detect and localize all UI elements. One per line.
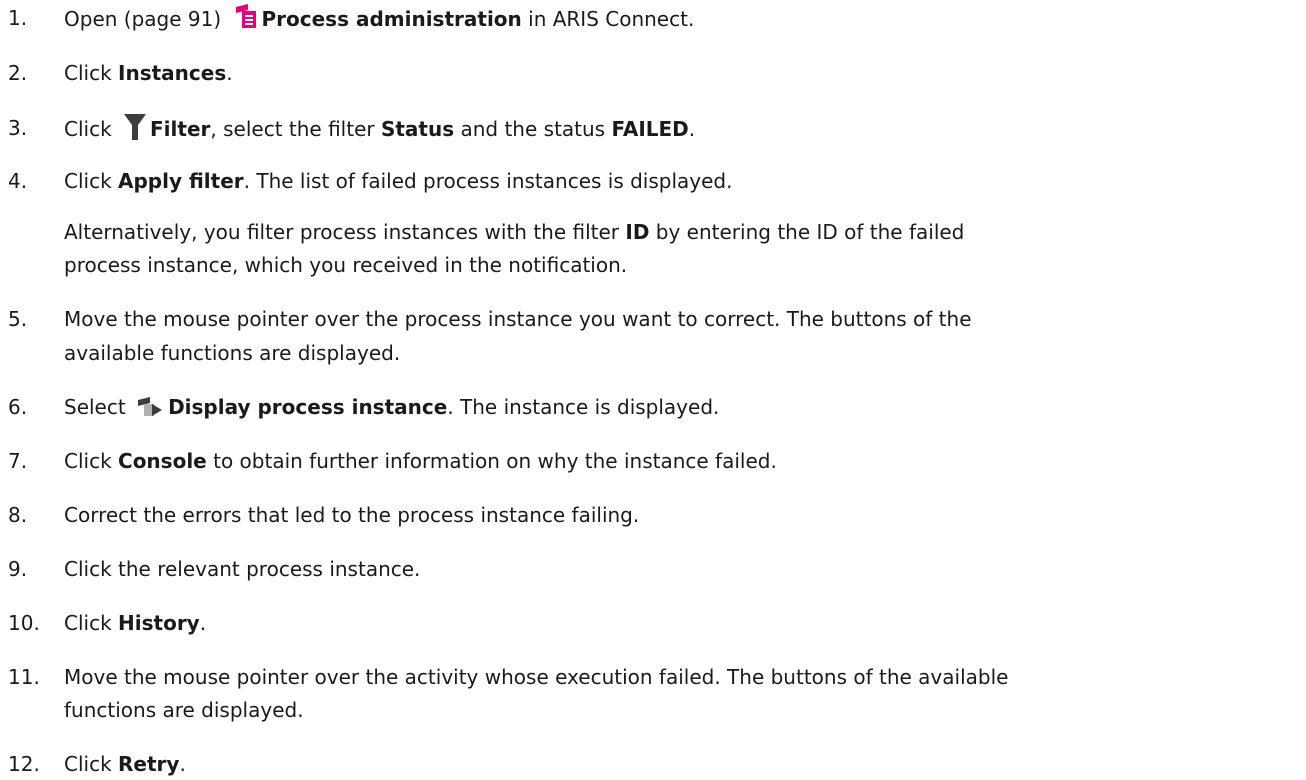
failed-label: FAILED <box>611 117 689 141</box>
alternative-note: Alternatively, you filter process instan… <box>64 220 965 244</box>
document: 1. Open (page 91) Process administration… <box>8 4 1009 776</box>
step-number: 11. <box>8 665 40 689</box>
step-number: 12. <box>8 752 40 776</box>
alternative-note-line2: process instance, which you received in … <box>64 253 628 277</box>
step-number: 4. <box>8 169 28 193</box>
step-number: 5. <box>8 307 28 331</box>
step-number: 1. <box>8 6 28 30</box>
console-label: Console <box>118 449 207 473</box>
process-administration-label: Process administration <box>261 7 522 31</box>
step-number: 7. <box>8 449 28 473</box>
instances-label: Instances <box>118 61 227 85</box>
id-label: ID <box>625 220 650 244</box>
display-process-instance-label: Display process instance <box>168 395 448 419</box>
step-number: 8. <box>8 503 28 527</box>
step-number: 10. <box>8 611 40 635</box>
step-number: 2. <box>8 61 28 85</box>
step-11-line2: functions are displayed. <box>64 698 304 722</box>
filter-label: Filter <box>150 117 211 141</box>
step-5-line2: available functions are displayed. <box>64 341 401 365</box>
filter-icon <box>124 114 147 147</box>
retry-label: Retry <box>118 752 180 776</box>
step-number: 3. <box>8 116 28 140</box>
step-number: 6. <box>8 395 28 419</box>
page-link[interactable]: Open (page 91) <box>64 7 228 31</box>
process-administration-icon <box>234 4 258 37</box>
status-label: Status <box>380 117 455 141</box>
step-number: 9. <box>8 557 28 581</box>
apply-filter-label: Apply filter <box>118 169 244 193</box>
display-process-instance-icon <box>138 396 164 425</box>
history-label: History <box>118 611 200 635</box>
